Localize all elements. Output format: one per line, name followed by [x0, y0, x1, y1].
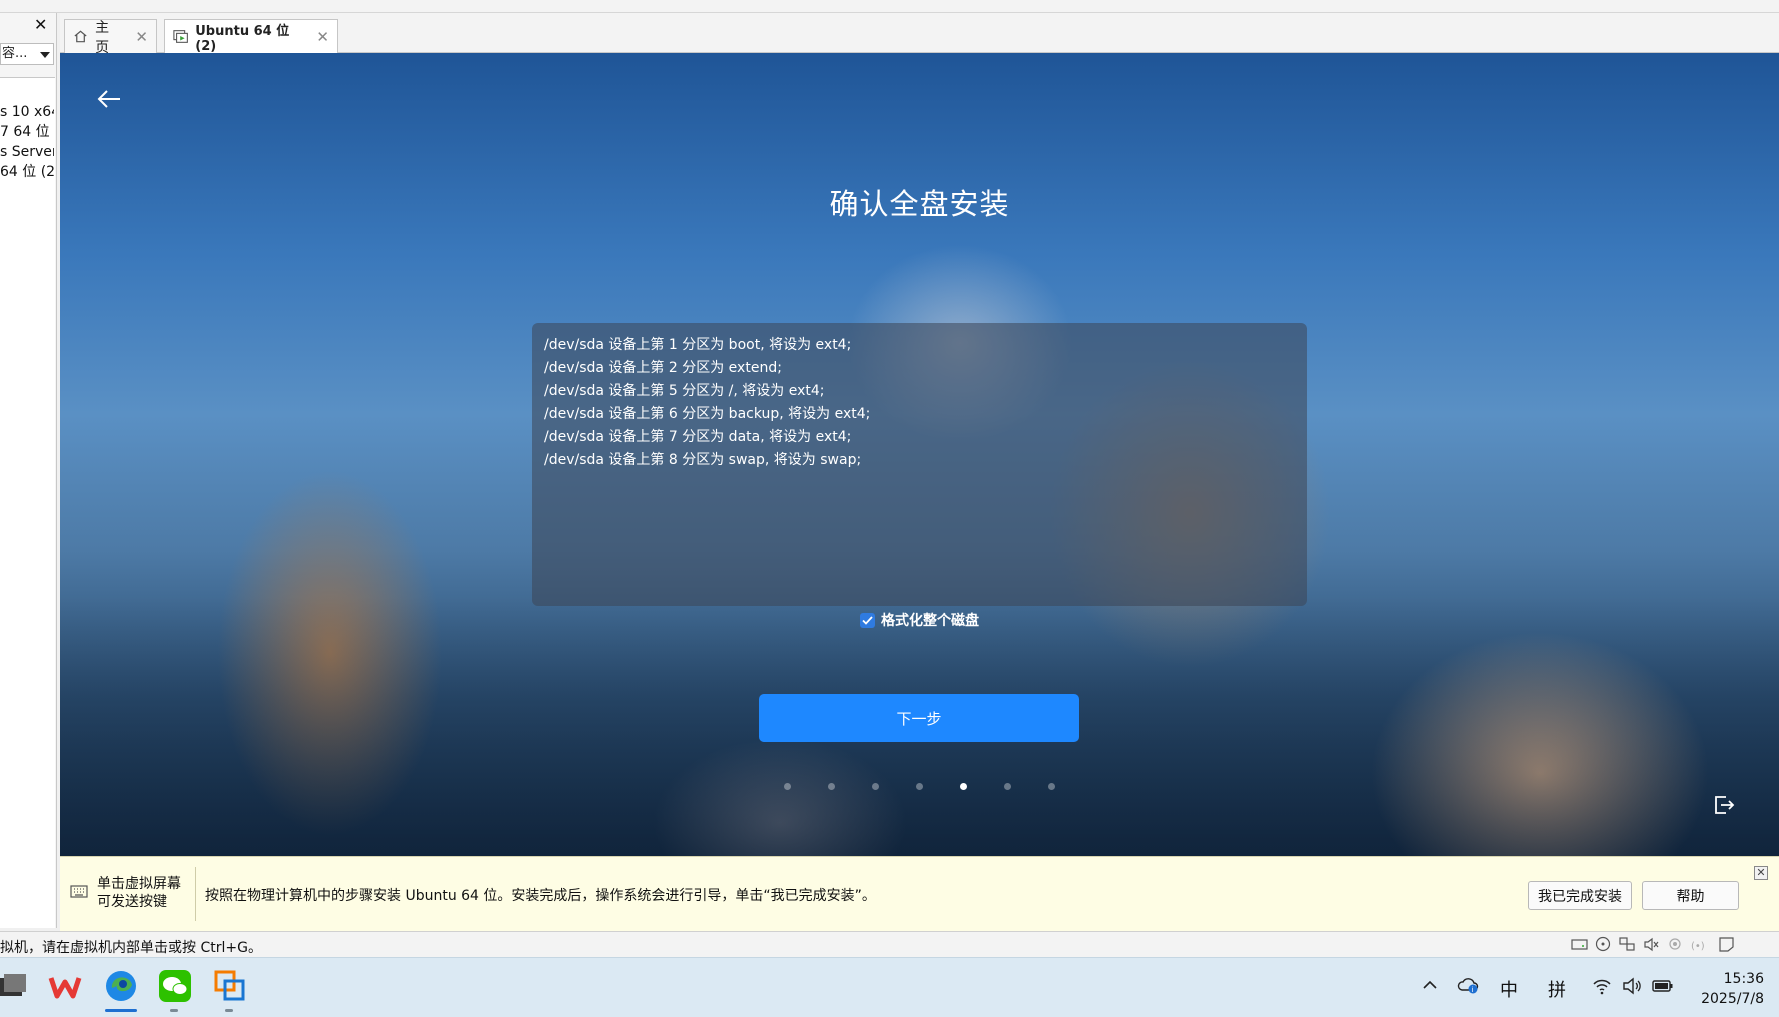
running-indicator	[225, 1009, 233, 1012]
library-search-text: 容...	[2, 46, 28, 61]
taskbar: i 中 拼 15:36 2025/7/8	[0, 957, 1779, 1017]
svg-text:(•): (•)	[1691, 941, 1705, 952]
hint-message: 按照在物理计算机中的步骤安装 Ubuntu 64 位。安装完成后，操作系统会进行…	[205, 888, 876, 904]
desktop: ✕ 容... s 10 x64 7 64 位 s Server 64 位 (2 …	[0, 0, 1779, 1017]
active-indicator	[105, 1009, 137, 1012]
home-icon	[74, 30, 87, 43]
next-button[interactable]: 下一步	[759, 694, 1079, 742]
done-install-button[interactable]: 我已完成安装	[1528, 881, 1632, 910]
divider	[195, 867, 196, 921]
clock-date: 2025/7/8	[1701, 991, 1764, 1007]
tab-bar: 主页 ✕ Ubuntu 64 位 (2) ✕	[60, 13, 1779, 56]
install-hint-bar: 单击虚拟屏幕 可发送按键 按照在物理计算机中的步骤安装 Ubuntu 64 位。…	[60, 856, 1779, 931]
vm-screen[interactable]: 确认全盘安装 /dev/sda 设备上第 1 分区为 boot, 将设为 ext…	[60, 53, 1779, 856]
step-dot	[872, 783, 879, 790]
wireless-icon[interactable]: (•)	[1690, 936, 1712, 953]
step-indicator	[60, 783, 1779, 793]
library-item[interactable]: s 10 x64	[0, 102, 54, 122]
ime-mode[interactable]: 中	[1500, 976, 1518, 1002]
partition-line: /dev/sda 设备上第 1 分区为 boot, 将设为 ext4;	[544, 337, 852, 353]
tab-ubuntu[interactable]: Ubuntu 64 位 (2) ✕	[164, 19, 338, 54]
check-icon	[862, 615, 873, 625]
partition-line: /dev/sda 设备上第 6 分区为 backup, 将设为 ext4;	[544, 406, 871, 422]
app-icon[interactable]	[0, 968, 32, 1004]
close-icon[interactable]: ✕	[135, 28, 148, 46]
step-dot	[960, 783, 967, 790]
window-top-strip	[0, 0, 1779, 13]
library-panel: ✕ 容... s 10 x64 7 64 位 s Server 64 位 (2	[0, 13, 57, 928]
vm-icon	[173, 30, 188, 43]
step-dot	[784, 783, 791, 790]
library-tree: s 10 x64 7 64 位 s Server 64 位 (2	[0, 77, 55, 928]
partition-line: /dev/sda 设备上第 8 分区为 swap, 将设为 swap;	[544, 452, 862, 468]
library-item[interactable]: s Server	[0, 142, 54, 162]
format-disk-label: 格式化整个磁盘	[881, 613, 979, 629]
keyboard-icon	[70, 885, 88, 898]
system-clock[interactable]: 15:36 2025/7/8	[1694, 969, 1764, 1009]
sound-icon[interactable]	[1642, 936, 1661, 953]
wechat-icon[interactable]	[157, 968, 193, 1004]
step-dot	[1048, 783, 1055, 790]
clock-time: 15:36	[1723, 971, 1764, 987]
tab-label: Ubuntu 64 位 (2)	[195, 23, 290, 54]
close-icon[interactable]: ✕	[316, 28, 329, 46]
running-indicator	[170, 1009, 178, 1012]
svg-text:i: i	[1472, 986, 1474, 994]
format-disk-option[interactable]: 格式化整个磁盘	[60, 610, 1779, 630]
help-button[interactable]: 帮助	[1642, 881, 1739, 910]
cd-icon[interactable]	[1594, 936, 1613, 953]
close-icon[interactable]: ✕	[34, 17, 47, 33]
hint-line1: 单击虚拟屏幕	[97, 876, 181, 892]
network-icon[interactable]	[1618, 936, 1637, 953]
wps-icon[interactable]	[47, 968, 83, 1004]
tab-label: 主页	[95, 19, 110, 56]
step-dot	[828, 783, 835, 790]
library-item[interactable]: 64 位 (2	[0, 162, 54, 182]
step-dot	[1004, 783, 1011, 790]
partition-line: /dev/sda 设备上第 5 分区为 /, 将设为 ext4;	[544, 383, 825, 399]
vmware-icon[interactable]	[212, 968, 248, 1004]
partition-line: /dev/sda 设备上第 7 分区为 data, 将设为 ext4;	[544, 429, 852, 445]
cloud-icon[interactable]: i	[1457, 975, 1479, 995]
edge-icon[interactable]	[103, 968, 139, 1004]
ime-pinyin[interactable]: 拼	[1548, 976, 1566, 1002]
status-text: 拟机，请在虚拟机内部单击或按 Ctrl+G。	[0, 940, 262, 956]
page-title: 确认全盘安装	[829, 187, 1010, 221]
note-icon[interactable]	[1717, 936, 1736, 953]
step-dot	[916, 783, 923, 790]
status-bar: 拟机，请在虚拟机内部单击或按 Ctrl+G。 (•)	[0, 931, 1779, 957]
library-item[interactable]: 7 64 位	[0, 122, 54, 142]
device-icons: (•)	[1570, 936, 1736, 953]
back-arrow-icon[interactable]	[96, 89, 122, 109]
battery-icon[interactable]	[1652, 978, 1674, 994]
hard-disk-icon[interactable]	[1570, 936, 1589, 953]
close-icon[interactable]: ✕	[1754, 866, 1768, 880]
partition-summary: /dev/sda 设备上第 1 分区为 boot, 将设为 ext4; /dev…	[532, 323, 1307, 606]
chevron-down-icon[interactable]	[40, 52, 50, 58]
wifi-icon[interactable]	[1592, 977, 1612, 995]
tab-home[interactable]: 主页 ✕	[64, 19, 157, 56]
hint-line2: 可发送按键	[97, 894, 167, 910]
format-disk-checkbox[interactable]	[860, 612, 875, 628]
exit-icon[interactable]	[1713, 794, 1735, 816]
usb-icon[interactable]	[1666, 936, 1685, 953]
hint-send-keys: 单击虚拟屏幕 可发送按键	[97, 875, 181, 911]
library-search-box[interactable]: 容...	[0, 43, 54, 65]
chevron-up-icon[interactable]	[1423, 980, 1437, 990]
partition-line: /dev/sda 设备上第 2 分区为 extend;	[544, 360, 782, 376]
volume-icon[interactable]	[1622, 977, 1642, 995]
